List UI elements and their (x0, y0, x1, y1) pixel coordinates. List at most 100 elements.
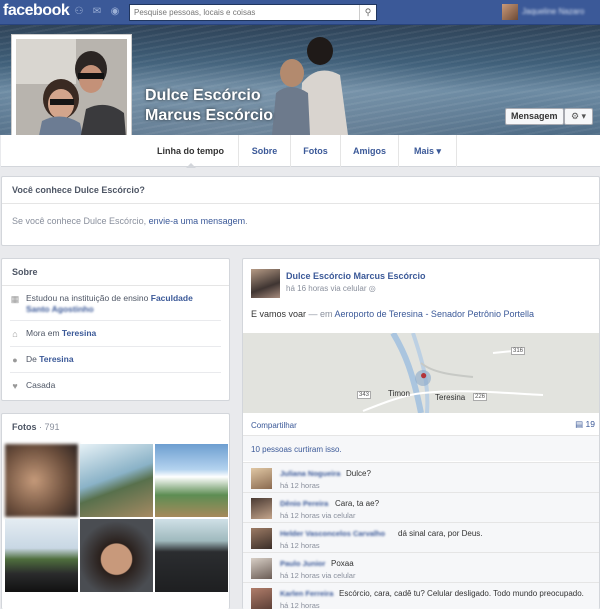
comment-item: Juliana Nogueira Dulce? há 12 horas (243, 462, 599, 492)
gear-icon: ⚙ (570, 111, 580, 121)
share-link[interactable]: Compartilhar (251, 421, 297, 430)
comment-author[interactable]: Juliana Nogueira (280, 469, 340, 478)
comment-time[interactable]: há 12 horas via celular (280, 511, 355, 520)
comment-item: Helder Vasconcelos Carvalho dá sinal car… (243, 522, 599, 552)
photo-thumbnail[interactable] (155, 444, 228, 517)
lives-city-link[interactable]: Teresina (62, 328, 96, 338)
avatar[interactable] (251, 269, 280, 298)
comment-author[interactable]: Helder Vasconcelos Carvalho (280, 529, 385, 538)
from-prefix: De (26, 354, 40, 364)
from-city-link[interactable]: Teresina (39, 354, 73, 364)
comment-author[interactable]: Karlen Ferreira (280, 589, 333, 598)
map-pin-icon: ● (420, 368, 428, 382)
avatar[interactable] (251, 528, 272, 549)
about-relationship: ♥ Casada (10, 373, 221, 399)
education-icon: ▦ (10, 294, 20, 304)
comment-text: Dulce? (346, 469, 371, 478)
post-author-link[interactable]: Dulce Escórcio Marcus Escórcio (286, 271, 426, 281)
send-message-link[interactable]: envie-a uma mensagem (149, 216, 246, 226)
comment-item: Dênio Pereira Cara, ta ae? há 12 horas v… (243, 492, 599, 522)
avatar[interactable] (251, 468, 272, 489)
messages-icon[interactable]: ✉ (91, 6, 103, 17)
photo-thumbnail[interactable] (5, 519, 78, 592)
tab-label: Sobre (251, 146, 278, 156)
tab-label: Amigos (352, 146, 386, 156)
tab-label: Fotos (303, 146, 328, 156)
photo-thumbnail[interactable] (80, 444, 153, 517)
post-text: E vamos voar — em Aeroporto de Teresina … (251, 309, 534, 319)
education-school-link[interactable]: Faculdade (151, 293, 193, 303)
post-with: — em (306, 309, 335, 319)
heart-icon: ♥ (12, 381, 18, 391)
home-icon: ⌂ (12, 329, 18, 339)
photos-title[interactable]: Fotos (12, 422, 37, 432)
globe-icon: ◎ (368, 284, 376, 293)
about-education: ▦ Estudou na instituição de ensino Facul… (10, 286, 221, 321)
search-input[interactable] (130, 5, 358, 20)
photos-header: Fotos · 791 (2, 414, 229, 441)
relationship-text: Casada (26, 380, 56, 390)
notifications-icon[interactable]: ◉ (109, 6, 121, 17)
tab-more[interactable]: Mais ▾ (399, 135, 457, 167)
know-card-punct: . (245, 216, 248, 226)
education-text: Estudou na instituição de ensino Faculda… (26, 293, 221, 315)
road-marker: 226 (473, 393, 488, 401)
avatar[interactable] (251, 498, 272, 519)
about-from: ● De Teresina (10, 347, 221, 373)
photo-thumbnail[interactable] (80, 519, 153, 592)
friend-requests-icon[interactable]: ⚇ (73, 6, 85, 17)
tab-friends[interactable]: Amigos (341, 135, 399, 167)
search-icon[interactable]: ⚲ (359, 5, 376, 20)
comment-time[interactable]: há 12 horas (280, 481, 320, 490)
comment-author[interactable]: Paulo Junior (280, 559, 325, 568)
post-meta: há 16 horas via celular ◎ (286, 284, 376, 293)
place-link[interactable]: Aeroporto de Teresina - Senador Petrônio… (335, 309, 534, 319)
comment-icon: ▤ (575, 419, 584, 429)
education-school-link-2[interactable]: Santo Agostinho (26, 304, 94, 314)
know-card-title: Você conhece Dulce Escórcio? (2, 177, 599, 204)
avatar[interactable] (251, 558, 272, 579)
comment-time[interactable]: há 12 horas (280, 541, 320, 550)
gear-dropdown-button[interactable]: ⚙ ▾ (564, 108, 593, 125)
post-timestamp[interactable]: há 16 horas via celular (286, 284, 367, 293)
know-card: Você conhece Dulce Escórcio? Se você con… (1, 176, 600, 246)
tab-label: Linha do tempo (157, 146, 224, 156)
location-map[interactable]: 316 343 226 Timon Teresina ● (243, 333, 599, 413)
profile-tabs: Linha do tempo Sobre Fotos Amigos Mais ▾ (1, 135, 600, 168)
comment-text: dá sinal cara, por Deus. (398, 529, 483, 538)
message-button[interactable]: Mensagem (505, 108, 564, 125)
comment-time[interactable]: há 12 horas via celular (280, 571, 355, 580)
know-card-body: Se você conhece Dulce Escórcio, envie-a … (2, 204, 599, 238)
comment-text: Cara, ta ae? (335, 499, 380, 508)
profile-names: Dulce Escórcio Marcus Escórcio (145, 86, 273, 126)
comment-author[interactable]: Dênio Pereira (280, 499, 328, 508)
avatar[interactable] (502, 4, 518, 20)
comment-text: Escórcio, cara, cadê tu? Celular desliga… (339, 589, 584, 598)
search-box: ⚲ (129, 4, 377, 21)
comment-count[interactable]: ▤ 19 (575, 419, 595, 430)
timeline-post: Dulce Escórcio Marcus Escórcio há 16 hor… (242, 258, 600, 609)
photo-thumbnail[interactable] (155, 519, 228, 592)
lives-text: Mora em Teresina (26, 328, 221, 339)
photos-separator: · (36, 422, 45, 432)
about-card: Sobre ▦ Estudou na instituição de ensino… (1, 258, 230, 401)
photos-card: Fotos · 791 (1, 413, 230, 609)
avatar[interactable] (251, 588, 272, 609)
comment-time[interactable]: há 12 horas (280, 601, 320, 609)
map-label-teresina: Teresina (435, 393, 466, 402)
profile-name-2[interactable]: Marcus Escórcio (145, 106, 273, 126)
from-text: De Teresina (26, 354, 221, 365)
photo-thumbnail[interactable] (5, 444, 78, 517)
tab-timeline[interactable]: Linha do tempo (143, 135, 239, 168)
profile-name-1[interactable]: Dulce Escórcio (145, 86, 273, 106)
tab-photos[interactable]: Fotos (291, 135, 341, 167)
likes-link[interactable]: 10 pessoas curtiram isso. (251, 445, 342, 454)
post-message: E vamos voar (251, 309, 307, 319)
about-title[interactable]: Sobre (2, 259, 229, 286)
tab-about[interactable]: Sobre (239, 135, 291, 167)
facebook-logo[interactable]: facebook (3, 2, 70, 20)
road-marker: 343 (357, 391, 372, 399)
comment-item: Paulo Junior Poxaa há 12 horas via celul… (243, 552, 599, 582)
user-name-link[interactable]: Jaqueline Nazaro (522, 7, 584, 16)
location-pin-icon: ● (12, 355, 18, 365)
